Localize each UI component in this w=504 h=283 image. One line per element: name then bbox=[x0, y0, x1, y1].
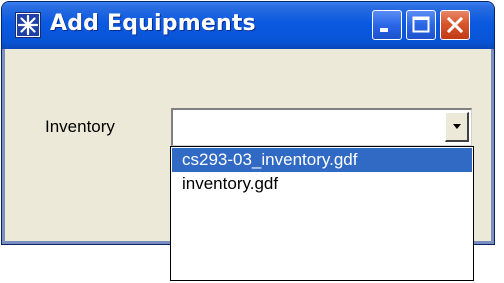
chevron-down-icon bbox=[453, 124, 461, 129]
maximize-icon bbox=[412, 16, 430, 33]
title-bar[interactable]: Add Equipments bbox=[2, 2, 494, 49]
dropdown-option-cs293-inventory[interactable]: cs293-03_inventory.gdf bbox=[172, 148, 472, 172]
star-app-icon bbox=[15, 12, 41, 38]
maximize-button[interactable] bbox=[406, 10, 436, 40]
inventory-label: Inventory bbox=[45, 117, 115, 136]
window-title: Add Equipments bbox=[50, 11, 256, 36]
inventory-combobox[interactable] bbox=[171, 108, 472, 146]
close-icon bbox=[446, 16, 464, 34]
minimize-icon bbox=[380, 28, 388, 32]
inventory-dropdown-list[interactable]: cs293-03_inventory.gdf inventory.gdf bbox=[170, 146, 474, 281]
dropdown-option-inventory[interactable]: inventory.gdf bbox=[172, 172, 472, 196]
close-button[interactable] bbox=[440, 10, 470, 40]
inventory-dropdown-button[interactable] bbox=[445, 112, 469, 142]
minimize-button[interactable] bbox=[372, 10, 402, 40]
